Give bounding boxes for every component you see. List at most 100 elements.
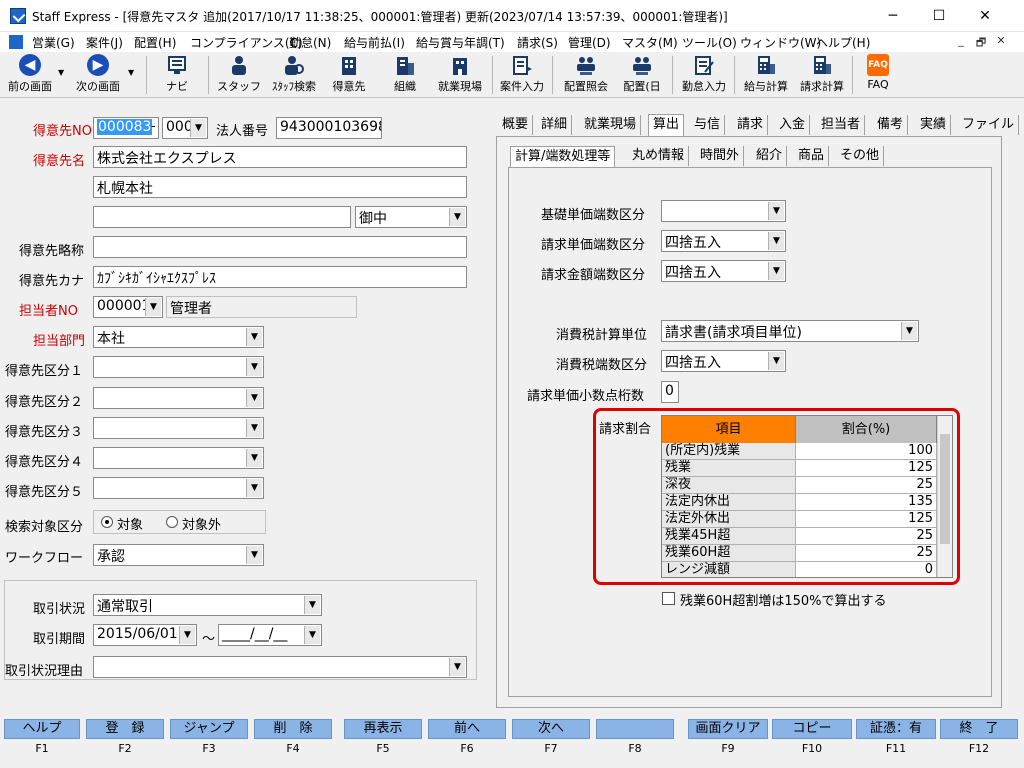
case-input-button[interactable]: 案件入力 (496, 54, 548, 96)
trade-to-date[interactable]: ____/__/__ ▼ (218, 624, 322, 646)
tab-detail[interactable]: 詳細 (537, 115, 573, 135)
base-rounding-select[interactable]: ▼ (661, 200, 786, 222)
menu-kintai[interactable]: 勤怠(N) (289, 34, 331, 51)
tab-notes[interactable]: 備考 (873, 115, 909, 135)
tab-payment[interactable]: 入金 (775, 115, 811, 135)
bill-rounding-select[interactable]: 四捨五入 ▼ (661, 230, 786, 252)
menu-compliance[interactable]: コンプライアンス(C) (190, 34, 303, 51)
menu-master[interactable]: マスタ(M) (622, 34, 678, 51)
f7-next-button[interactable]: 次へ (512, 719, 590, 739)
trade-from-date[interactable]: 2015/06/01 ▼ (93, 624, 197, 646)
table-row[interactable]: 法定内休出 135 (662, 494, 937, 511)
row-ratio[interactable]: 0 (796, 562, 937, 577)
assign-day-button[interactable]: 配置(日 (616, 54, 668, 96)
tab-files[interactable]: ファイル (958, 115, 1020, 135)
dept-select[interactable]: 本社 ▼ (93, 326, 264, 348)
table-row[interactable]: レンジ減額 0 (662, 562, 937, 577)
manager-no-select[interactable]: 000001 ▼ (93, 296, 163, 318)
corp-no-input[interactable]: 9430001036982 (276, 117, 382, 139)
subtab-overtime[interactable]: 時間外 (696, 146, 745, 166)
f11-evidence-button[interactable]: 証憑：有 (856, 719, 936, 739)
table-row[interactable]: 残業 125 (662, 460, 937, 477)
subtab-round-info[interactable]: 丸め情報 (628, 146, 690, 166)
table-row[interactable]: (所定内)残業 100 (662, 443, 937, 460)
f8-button[interactable] (596, 719, 674, 739)
menu-maebarai[interactable]: 給与前払(I) (344, 34, 405, 51)
menu-help[interactable]: ヘルプ(H) (816, 34, 870, 51)
payroll-calc-button[interactable]: 給与計算 (740, 54, 792, 96)
f3-jump-button[interactable]: ジャンプ (170, 719, 248, 739)
table-row[interactable]: 法定外休出 125 (662, 511, 937, 528)
subtab-intro[interactable]: 紹介 (752, 146, 788, 166)
navi-button[interactable]: ナビ (156, 54, 198, 96)
next-screen-button[interactable]: ▶ 次の画面 (72, 54, 124, 96)
f5-refresh-button[interactable]: 再表示 (344, 719, 422, 739)
tab-calc[interactable]: 算出 (648, 114, 685, 137)
customer-no-input[interactable]: 000083 (93, 117, 159, 139)
f6-prev-button[interactable]: 前へ (428, 719, 506, 739)
subtab-calc-rounding[interactable]: 計算/端数処理等 (510, 146, 616, 169)
menu-window[interactable]: ウィンドウ(W) (740, 34, 821, 51)
tax-rounding-select[interactable]: 四捨五入 ▼ (661, 350, 786, 372)
trade-status-select[interactable]: 通常取引 ▼ (93, 594, 322, 616)
tax-unit-select[interactable]: 請求書(請求項目単位) ▼ (661, 320, 919, 342)
menu-haichi[interactable]: 配置(H) (134, 34, 176, 51)
tab-workplace[interactable]: 就業現場 (580, 115, 642, 135)
tab-results[interactable]: 実績 (916, 115, 952, 135)
menu-tools[interactable]: ツール(O) (682, 34, 737, 51)
row-ratio[interactable]: 25 (796, 528, 937, 545)
customer-no-sub-select[interactable]: 000 ▼ (162, 117, 208, 139)
cat5-select[interactable]: ▼ (93, 477, 264, 499)
row-ratio[interactable]: 125 (796, 511, 937, 528)
close-button[interactable]: ✕ (962, 0, 1008, 32)
menu-anken[interactable]: 案件(J) (86, 34, 123, 51)
row-ratio[interactable]: 135 (796, 494, 937, 511)
menu-kyuyo[interactable]: 給与賞与年調(T) (416, 34, 505, 51)
prev-dropdown-icon[interactable]: ▼ (58, 68, 64, 77)
workflow-select[interactable]: 承認 ▼ (93, 544, 264, 566)
over60-checkbox[interactable] (662, 592, 675, 605)
table-row[interactable]: 深夜 25 (662, 477, 937, 494)
customer-name3-input[interactable] (93, 206, 351, 228)
abbr-input[interactable] (93, 236, 467, 258)
table-row[interactable]: 残業45H超 25 (662, 528, 937, 545)
honorific-select[interactable]: 御中 ▼ (355, 206, 467, 228)
tab-credit[interactable]: 与信 (690, 115, 726, 135)
row-ratio[interactable]: 100 (796, 443, 937, 460)
search-on-radio[interactable] (101, 516, 113, 528)
workplace-button[interactable]: 就業現場 (432, 54, 488, 96)
menu-seikyu[interactable]: 請求(S) (517, 34, 558, 51)
prev-screen-button[interactable]: ◀ 前の画面 (4, 54, 56, 96)
cat1-select[interactable]: ▼ (93, 356, 264, 378)
row-ratio[interactable]: 25 (796, 477, 937, 494)
amount-rounding-select[interactable]: 四捨五入 ▼ (661, 260, 786, 282)
table-row[interactable]: 残業60H超 25 (662, 545, 937, 562)
search-off-radio[interactable] (166, 516, 178, 528)
menu-eigyo[interactable]: 営業(G) (32, 34, 75, 51)
attendance-input-button[interactable]: 勤怠入力 (678, 54, 730, 96)
org-button[interactable]: 組織 (382, 54, 428, 96)
kana-input[interactable]: ｶﾌﾞｼｷｶﾞｲｼｬｴｸｽﾌﾟﾚｽ (93, 266, 467, 288)
subtab-product[interactable]: 商品 (794, 146, 830, 166)
tab-overview[interactable]: 概要 (498, 115, 534, 135)
row-ratio[interactable]: 25 (796, 545, 937, 562)
mdi-restore-button[interactable]: 🗗 (972, 34, 990, 50)
row-ratio[interactable]: 125 (796, 460, 937, 477)
f2-register-button[interactable]: 登 録 (86, 719, 164, 739)
faq-button[interactable]: FAQ FAQ (858, 54, 898, 96)
menu-kanri[interactable]: 管理(D) (568, 34, 611, 51)
cat2-select[interactable]: ▼ (93, 387, 264, 409)
decimal-input[interactable]: 0 (661, 381, 679, 403)
next-dropdown-icon[interactable]: ▼ (128, 68, 134, 77)
staff-search-button[interactable]: ｽﾀｯﾌ検索 (266, 54, 322, 96)
customer-name-input[interactable]: 株式会社エクスプレス (93, 146, 467, 168)
scroll-thumb[interactable] (940, 434, 950, 544)
mdi-close-button[interactable]: ✕ (992, 34, 1010, 50)
customer-name2-input[interactable]: 札幌本社 (93, 176, 467, 198)
grid-scrollbar[interactable] (937, 416, 952, 577)
f1-help-button[interactable]: ヘルプ (4, 719, 80, 739)
cat3-select[interactable]: ▼ (93, 417, 264, 439)
trade-reason-select[interactable]: ▼ (93, 656, 467, 678)
cat4-select[interactable]: ▼ (93, 447, 264, 469)
f12-exit-button[interactable]: 終 了 (940, 719, 1018, 739)
